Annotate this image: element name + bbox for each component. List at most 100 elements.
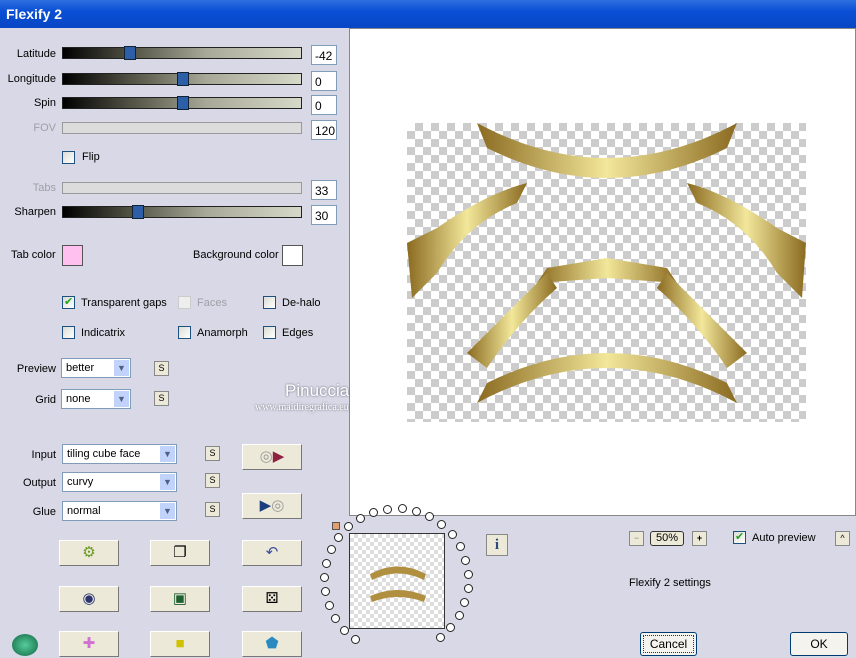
glue-label: Glue — [32, 506, 56, 518]
glue-save-button[interactable]: S — [205, 502, 220, 517]
chevron-down-icon: ▼ — [160, 446, 175, 462]
glue-select[interactable]: normal ▼ — [62, 501, 177, 521]
dice-button[interactable]: ⚄ — [242, 586, 302, 612]
flip-checkbox[interactable] — [62, 151, 75, 164]
spin-slider[interactable] — [62, 96, 302, 110]
spin-label: Spin — [33, 97, 56, 109]
dial-dot[interactable] — [327, 545, 336, 554]
dial-dot[interactable] — [435, 633, 445, 643]
logo-icon — [12, 634, 38, 656]
dial-dot[interactable] — [369, 507, 379, 517]
collapse-button[interactable]: ^ — [835, 531, 850, 546]
glue-value: normal — [67, 505, 101, 517]
slider-thumb[interactable] — [177, 72, 189, 86]
dial-dot[interactable] — [383, 504, 393, 514]
input-select[interactable]: tiling cube face ▼ — [62, 444, 177, 464]
dial-dot[interactable] — [320, 587, 330, 597]
tabs-input[interactable]: 33 — [311, 180, 337, 200]
window-title: Flexify 2 — [6, 6, 63, 22]
dial-dot[interactable] — [461, 555, 471, 565]
torus-icon: ◉ — [82, 590, 96, 607]
dial-dot[interactable] — [330, 614, 340, 624]
save-preset-button[interactable]: ▶◎ — [242, 493, 302, 519]
transparent-gaps-checkbox[interactable] — [62, 295, 75, 309]
dial-dot[interactable] — [322, 558, 332, 568]
indicatrix-checkbox[interactable] — [62, 326, 75, 339]
de-halo-checkbox[interactable] — [263, 296, 276, 309]
edges-checkbox[interactable] — [263, 326, 276, 339]
square-frame-icon: ▣ — [172, 590, 188, 607]
dial-dot[interactable] — [446, 623, 456, 633]
preview-select[interactable]: better ▼ — [61, 358, 131, 378]
load-preset-button[interactable]: ◎▶ — [242, 444, 302, 470]
dial-dot[interactable] — [411, 506, 421, 516]
output-select[interactable]: curvy ▼ — [62, 472, 177, 492]
zoom-out-button[interactable]: − — [629, 531, 644, 546]
dial-dot[interactable] — [455, 542, 465, 552]
fov-input[interactable]: 120 — [311, 120, 337, 140]
input-save-button[interactable]: S — [205, 446, 220, 461]
auto-preview-label: Auto preview — [752, 532, 816, 544]
anamorph-label: Anamorph — [197, 327, 248, 339]
watermark-name: Pinuccia — [285, 381, 350, 400]
dial-dot[interactable] — [425, 512, 435, 522]
dial-dot[interactable] — [460, 598, 470, 608]
dial-dot[interactable] — [397, 504, 407, 514]
settings-label: Flexify 2 settings — [629, 577, 711, 589]
dial-dot[interactable] — [454, 611, 464, 621]
dial-dot[interactable] — [463, 569, 473, 579]
navigator-handle[interactable] — [332, 522, 340, 530]
navigator-thumbnail[interactable] — [349, 533, 445, 629]
frame-button[interactable]: ▣ — [150, 586, 210, 612]
dial-dot[interactable] — [350, 634, 360, 644]
torus-button[interactable]: ◉ — [59, 586, 119, 612]
disc-play-icon: ◎▶ — [259, 448, 285, 465]
output-label: Output — [22, 477, 56, 489]
ok-button[interactable]: OK — [790, 632, 848, 656]
tab-color-label: Tab color — [11, 249, 56, 261]
slider-thumb[interactable] — [177, 96, 189, 110]
sharpen-input[interactable]: 30 — [311, 205, 337, 225]
dial-dot[interactable] — [463, 584, 473, 594]
dial-dot[interactable] — [344, 522, 354, 532]
dial-dot[interactable] — [339, 625, 349, 635]
cancel-button[interactable]: Cancel — [640, 632, 697, 656]
anamorph-checkbox[interactable] — [178, 326, 191, 339]
dial-dot[interactable] — [320, 572, 330, 582]
cube-net-icon: ✚ — [82, 635, 96, 652]
random-button[interactable]: ⚙ — [59, 540, 119, 566]
fov-label: FOV — [33, 122, 56, 134]
grid-select[interactable]: none ▼ — [61, 389, 131, 409]
copy-button[interactable]: ❐ — [150, 540, 210, 566]
slider-thumb[interactable] — [124, 46, 136, 60]
undo-button[interactable]: ↶ — [242, 540, 302, 566]
dial-dot[interactable] — [447, 530, 457, 540]
dial-dot[interactable] — [324, 601, 334, 611]
latitude-input[interactable]: -42 — [311, 45, 337, 65]
brick-button[interactable]: ■ — [150, 631, 210, 657]
chevron-down-icon: ▼ — [160, 503, 175, 519]
dial-dot[interactable] — [437, 520, 447, 530]
slider-thumb[interactable] — [132, 205, 144, 219]
spin-input[interactable]: 0 — [311, 95, 337, 115]
latitude-slider[interactable] — [62, 46, 302, 60]
info-button[interactable]: i — [486, 534, 508, 556]
zoom-in-button[interactable]: + — [692, 531, 707, 546]
chevron-down-icon: ▼ — [114, 391, 129, 407]
grid-save-button[interactable]: S — [154, 391, 169, 406]
tab-color-swatch[interactable] — [62, 245, 83, 266]
cross-button[interactable]: ✚ — [59, 631, 119, 657]
sharpen-slider[interactable] — [62, 205, 302, 219]
pentagon-button[interactable]: ⬟ — [242, 631, 302, 657]
longitude-input[interactable]: 0 — [311, 71, 337, 91]
grid-label: Grid — [35, 394, 56, 406]
output-save-button[interactable]: S — [205, 473, 220, 488]
dial-dot[interactable] — [334, 532, 344, 542]
auto-preview-checkbox[interactable] — [733, 530, 746, 544]
preview-save-button[interactable]: S — [154, 361, 169, 376]
longitude-slider[interactable] — [62, 72, 302, 86]
transparent-gaps-label: Transparent gaps — [81, 297, 167, 309]
background-color-swatch[interactable] — [282, 245, 303, 266]
dial-dot[interactable] — [356, 513, 365, 523]
longitude-label: Longitude — [7, 73, 56, 85]
